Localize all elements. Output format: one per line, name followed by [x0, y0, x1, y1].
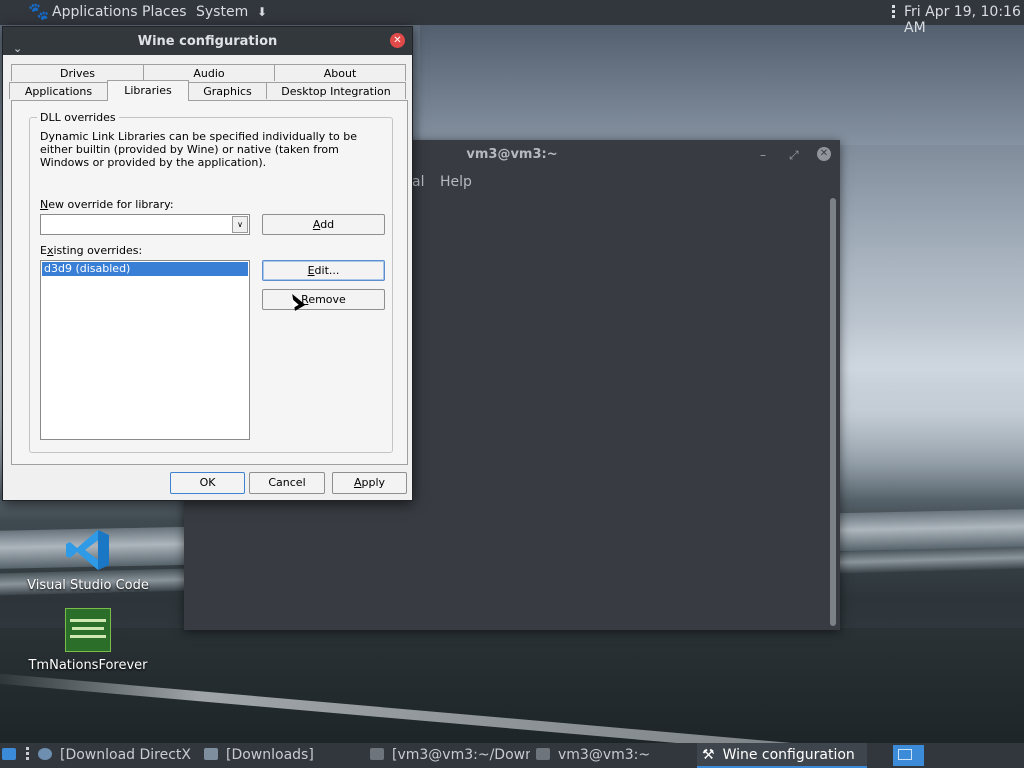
tab-drives[interactable]: Drives [11, 64, 144, 81]
tools-icon: ⚒ [702, 747, 715, 763]
dll-description: Dynamic Link Libraries can be specified … [40, 130, 358, 169]
vscode-icon [65, 528, 111, 572]
terminal-icon [370, 748, 384, 760]
task-label: [Download DirectX ... [60, 747, 193, 763]
wallpaper-sky [420, 25, 1024, 145]
task-label: Wine configuration [722, 747, 855, 763]
browser-icon [38, 748, 52, 760]
desktop-icon-label: TmNationsForever [28, 658, 148, 673]
top-panel: 🐾 Applications Places System ⬇ Fri Apr 1… [0, 0, 1024, 36]
workspace-switcher[interactable] [893, 745, 924, 766]
terminal-menu-partial[interactable]: al [412, 174, 424, 190]
group-title: DLL overrides [37, 111, 119, 124]
terminal-menu-help[interactable]: Help [440, 174, 472, 190]
download-arrow-icon[interactable]: ⬇ [257, 5, 267, 19]
task-label: vm3@vm3:~ [558, 747, 651, 763]
libraries-tab-panel: DLL overrides Dynamic Link Libraries can… [11, 100, 408, 465]
dialog-titlebar[interactable]: ⌄ Wine configuration ✕ [3, 27, 412, 55]
edit-button[interactable]: Edit... [262, 260, 385, 281]
maximize-icon[interactable]: ⤢ [789, 148, 799, 163]
applications-menu[interactable]: Applications [52, 4, 138, 20]
tmnations-icon [65, 608, 111, 652]
taskbar-handle-icon[interactable] [26, 743, 34, 768]
places-menu[interactable]: Places [142, 4, 187, 20]
tab-audio[interactable]: Audio [143, 64, 275, 81]
desktop-icon-vscode[interactable]: Visual Studio Code [23, 528, 153, 593]
task-downloads[interactable]: [Downloads] [204, 743, 324, 768]
task-terminal[interactable]: vm3@vm3:~ [536, 743, 686, 768]
system-menu[interactable]: System [196, 4, 248, 20]
list-item[interactable]: d3d9 (disabled) [42, 262, 248, 276]
tab-libraries[interactable]: Libraries [107, 80, 189, 101]
library-combobox[interactable]: ∨ [40, 214, 250, 235]
desktop-icon-label: Visual Studio Code [27, 578, 149, 593]
new-override-label: New override for library: [40, 198, 174, 211]
task-wine-configuration[interactable]: ⚒ Wine configuration [697, 743, 867, 768]
task-terminal-downloads[interactable]: [vm3@vm3:~/Down... [370, 743, 530, 768]
tab-desktop-integration[interactable]: Desktop Integration [266, 82, 406, 99]
new-override-label-text: ew override for library: [48, 198, 174, 211]
folder-icon [204, 748, 218, 760]
terminal-scrollbar[interactable] [830, 198, 836, 626]
wine-config-dialog: ⌄ Wine configuration ✕ Drives Audio Abou… [2, 26, 413, 501]
chevron-down-icon[interactable]: ∨ [232, 216, 248, 233]
remove-button[interactable]: Remove [262, 289, 385, 310]
tab-applications[interactable]: Applications [9, 82, 108, 99]
tab-graphics[interactable]: Graphics [188, 82, 267, 99]
desktop-icon-tmnations[interactable]: TmNationsForever [23, 608, 153, 673]
clock[interactable]: Fri Apr 19, 10:16 AM [904, 4, 1024, 36]
terminal-icon [536, 748, 550, 760]
minimize-icon[interactable]: – [760, 148, 766, 162]
gnome-foot-icon[interactable]: 🐾 [28, 2, 49, 22]
overrides-listbox[interactable]: d3d9 (disabled) [40, 260, 250, 440]
apply-button[interactable]: Apply [332, 472, 407, 494]
tab-about[interactable]: About [274, 64, 406, 81]
task-label: [vm3@vm3:~/Down... [392, 747, 530, 763]
cancel-button[interactable]: Cancel [249, 472, 325, 494]
dialog-title: Wine configuration [137, 34, 278, 49]
task-label: [Downloads] [226, 747, 314, 763]
existing-overrides-label: Existing overrides: [40, 244, 143, 257]
panel-handle-icon[interactable] [892, 5, 896, 21]
close-icon[interactable]: ✕ [390, 33, 405, 48]
close-icon[interactable]: ✕ [817, 147, 831, 161]
task-download-directx[interactable]: [Download DirectX ... [38, 743, 193, 768]
show-desktop-icon[interactable] [2, 743, 22, 768]
window-menu-chevron-icon[interactable]: ⌄ [13, 34, 22, 64]
ok-button[interactable]: OK [170, 472, 245, 494]
bottom-taskbar: [Download DirectX ... [Downloads] [vm3@v… [0, 743, 1024, 768]
add-button[interactable]: Add [262, 214, 385, 235]
